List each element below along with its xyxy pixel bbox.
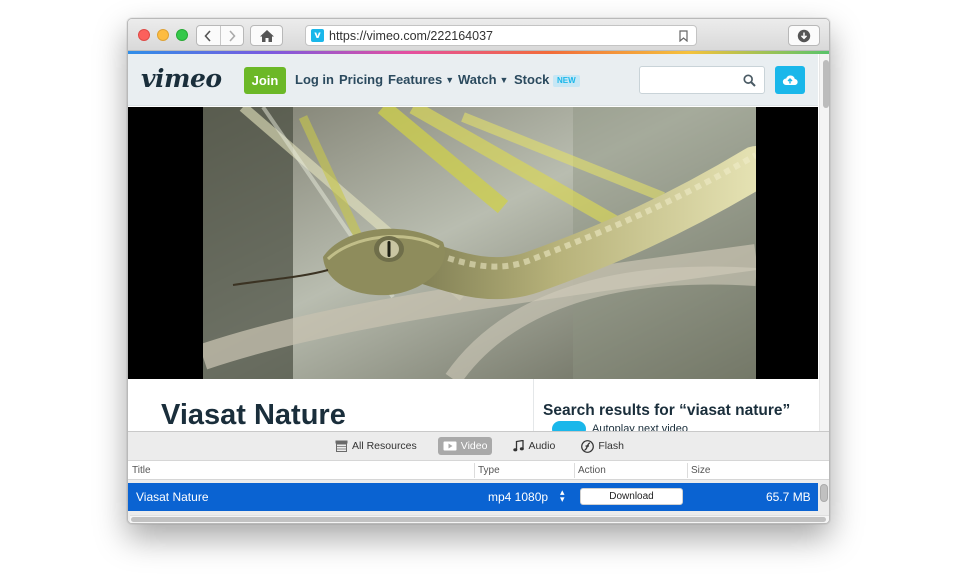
new-badge: NEW xyxy=(553,75,580,87)
site-header: vimeo Join Log in Pricing Features ▼ Watc… xyxy=(128,54,818,106)
nav-pricing-link[interactable]: Pricing xyxy=(339,72,383,87)
chevron-down-icon: ▼ xyxy=(445,75,455,85)
resource-type-tabs: All Resources Video Audio Flash xyxy=(128,432,829,460)
nav-pricing-label: Pricing xyxy=(339,72,384,87)
column-divider xyxy=(533,379,534,431)
row-title: Viasat Nature xyxy=(136,490,209,504)
chevron-down-icon: ▼ xyxy=(499,75,509,85)
table-row[interactable]: Viasat Nature mp4 1080p ▴ ▾ Download 65.… xyxy=(128,483,818,511)
page-vertical-scrollbar[interactable] xyxy=(819,54,829,431)
row-size: 65.7 MB xyxy=(766,490,811,504)
resource-table-header: Title Type Action Size xyxy=(128,460,829,480)
horizontal-scroll-thumb[interactable] xyxy=(131,517,826,522)
tab-flash[interactable]: Flash xyxy=(576,437,629,455)
home-button[interactable] xyxy=(250,25,283,46)
tab-label: Video xyxy=(460,440,488,452)
nav-stock-label: Stock xyxy=(514,72,550,87)
back-icon xyxy=(204,29,211,42)
video-player[interactable] xyxy=(128,107,818,379)
column-header-title[interactable]: Title xyxy=(132,465,151,476)
format-stepper[interactable]: ▴ ▾ xyxy=(560,488,565,504)
tab-label: Flash xyxy=(598,440,624,452)
column-header-action[interactable]: Action xyxy=(578,465,606,476)
nav-features-label: Features xyxy=(388,72,443,87)
join-button[interactable]: Join xyxy=(244,67,286,94)
table-horizontal-scrollbar[interactable] xyxy=(130,515,829,523)
close-window-button[interactable] xyxy=(138,29,150,41)
address-bar[interactable]: v https://vimeo.com/222164037 xyxy=(305,25,697,46)
nav-features-link[interactable]: Features ▼ xyxy=(388,72,454,87)
flash-icon xyxy=(581,439,595,453)
table-scroll-thumb[interactable] xyxy=(820,484,828,502)
forward-button[interactable] xyxy=(219,26,244,45)
video-icon xyxy=(443,441,457,451)
vimeo-favicon-icon: v xyxy=(311,29,324,42)
url-text: https://vimeo.com/222164037 xyxy=(329,28,493,43)
history-nav xyxy=(196,25,244,46)
column-separator xyxy=(474,463,475,478)
tab-video[interactable]: Video xyxy=(437,437,493,455)
browser-window: v https://vimeo.com/222164037 vimeo Join… xyxy=(127,18,830,524)
column-header-size[interactable]: Size xyxy=(691,465,710,476)
row-type: mp4 1080p xyxy=(488,490,549,504)
column-header-type[interactable]: Type xyxy=(478,465,500,476)
video-info-section: Viasat Nature Search results for “viasat… xyxy=(128,379,818,431)
chevron-down-icon: ▾ xyxy=(560,494,565,504)
web-page: vimeo Join Log in Pricing Features ▼ Watc… xyxy=(128,54,829,431)
video-frame-snake-image xyxy=(203,107,756,379)
page-scroll-thumb[interactable] xyxy=(823,60,829,108)
nav-watch-label: Watch xyxy=(458,72,497,87)
upload-button[interactable] xyxy=(775,66,805,94)
tab-label: All Resources xyxy=(352,440,417,452)
vimeo-logo[interactable]: vimeo xyxy=(141,64,222,93)
search-results-heading: Search results for “viasat nature” xyxy=(543,402,791,419)
cloud-upload-icon xyxy=(782,75,798,86)
resource-panel: All Resources Video Audio Flash Title Ty… xyxy=(128,431,829,523)
column-separator xyxy=(687,463,688,478)
bookmark-icon[interactable] xyxy=(679,30,688,42)
back-button[interactable] xyxy=(197,26,220,45)
home-icon xyxy=(259,29,274,42)
archive-icon xyxy=(335,440,348,452)
nav-login-link[interactable]: Log in xyxy=(295,72,334,87)
forward-icon xyxy=(229,29,236,42)
download-button[interactable]: Download xyxy=(580,488,683,505)
tab-audio[interactable]: Audio xyxy=(508,437,560,455)
site-search-input[interactable] xyxy=(639,66,765,94)
tab-all-resources[interactable]: All Resources xyxy=(330,437,422,455)
tab-label: Audio xyxy=(528,440,556,452)
music-note-icon xyxy=(513,440,525,452)
browser-toolbar: v https://vimeo.com/222164037 xyxy=(128,19,829,51)
nav-stock-link[interactable]: Stock xyxy=(514,72,549,87)
zoom-window-button[interactable] xyxy=(176,29,188,41)
nav-watch-link[interactable]: Watch ▼ xyxy=(458,72,508,87)
search-icon[interactable] xyxy=(743,74,756,87)
autoplay-toggle[interactable] xyxy=(552,421,586,431)
downloads-button[interactable] xyxy=(788,25,820,46)
video-title: Viasat Nature xyxy=(161,399,346,431)
download-icon xyxy=(797,29,811,42)
column-separator xyxy=(574,463,575,478)
minimize-window-button[interactable] xyxy=(157,29,169,41)
autoplay-label: Autoplay next video xyxy=(592,423,689,431)
nav-login-label: Log in xyxy=(295,72,334,87)
